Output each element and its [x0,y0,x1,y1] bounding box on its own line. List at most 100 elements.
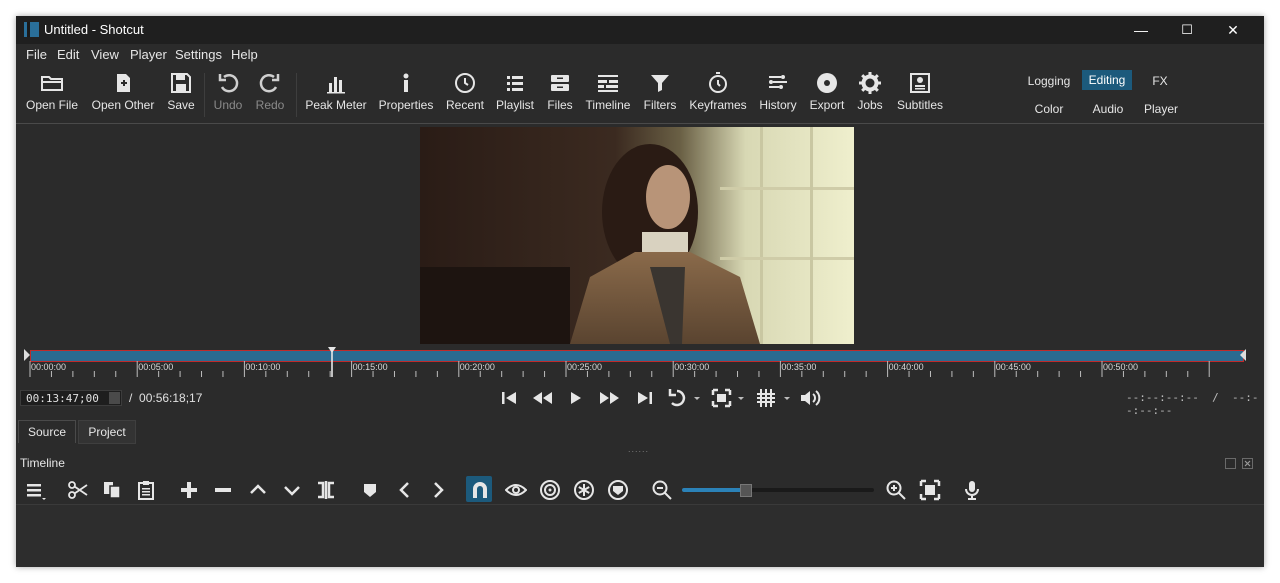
record-audio-button[interactable] [958,476,984,502]
zoom-out-button[interactable] [648,476,674,502]
timeline-label: Timeline [585,98,631,112]
files-label: Files [547,98,573,112]
marker-button[interactable] [356,476,382,502]
next-marker-button[interactable] [424,476,450,502]
export-button[interactable]: Export [808,70,846,112]
peak-meter-button[interactable]: Peak Meter [304,70,368,112]
player-scrubber[interactable]: 00:00:00 00:05:00 00:10:00 00:15:00 00:20:00… [24,347,1246,379]
timeline-menu-button[interactable] [22,476,48,502]
subtitles-button[interactable]: Subtitles [894,70,946,112]
video-preview[interactable] [420,127,854,344]
minimize-button[interactable]: — [1118,16,1164,44]
lift-button[interactable] [244,476,270,502]
clock-icon [455,73,475,93]
ruler-ticks [29,361,1210,377]
remove-button[interactable] [209,476,235,502]
ripple-markers-toggle[interactable] [604,476,630,502]
append-button[interactable] [175,476,201,502]
timeline-button[interactable]: Timeline [584,70,632,112]
ripple-all-tracks-toggle[interactable] [570,476,596,502]
play-icon[interactable] [566,386,586,410]
timeline-icon [598,75,618,92]
grid-icon[interactable] [754,386,792,410]
undo-button[interactable]: Undo [210,70,246,112]
layout-fx-button[interactable]: FX [1144,71,1176,91]
paste-button[interactable] [132,476,158,502]
filters-button[interactable]: Filters [640,70,680,112]
splitter-handle[interactable]: ...... [628,444,649,454]
tab-source[interactable]: Source [18,420,76,443]
playlist-button[interactable]: Playlist [494,70,536,112]
close-panel-icon[interactable] [1242,458,1253,469]
timecode-input[interactable]: 00:13:47;00 [20,390,122,406]
loop-icon[interactable] [668,386,702,410]
menu-player[interactable]: Player [130,47,167,62]
playlist-label: Playlist [495,98,534,112]
ruler-tick-label: 00:20:00 [459,362,495,372]
subtitles-label: Subtitles [896,98,944,112]
tab-project[interactable]: Project [78,420,136,444]
copy-button[interactable] [98,476,124,502]
playhead-icon[interactable] [328,347,336,377]
layout-color-button[interactable]: Color [1028,99,1070,119]
layout-editing-button[interactable]: Editing [1082,70,1132,90]
save-label: Save [167,98,195,112]
menu-file[interactable]: File [26,47,47,62]
microphone-icon [965,481,979,500]
jobs-button[interactable]: Jobs [854,70,886,112]
undo-label: Undo [213,98,243,112]
files-button[interactable]: Files [544,70,576,112]
magnet-icon [473,482,487,498]
undo-icon [218,74,239,93]
overwrite-button[interactable] [278,476,304,502]
zoom-in-button[interactable] [882,476,908,502]
rewind-icon[interactable] [530,386,554,410]
skip-to-end-icon[interactable] [634,386,656,410]
menu-view[interactable]: View [91,47,119,62]
ripple-toggle[interactable] [536,476,562,502]
timecode-separator: / [129,391,133,405]
redo-button[interactable]: Redo [252,70,288,112]
zoom-fit-timeline-button[interactable] [916,476,942,502]
in-out-display: --:--:--:-- / --:--:--:-- [1126,391,1264,417]
timecode-spinner[interactable] [109,392,120,404]
previous-marker-button[interactable] [391,476,417,502]
menu-edit[interactable]: Edit [57,47,79,62]
title-bar: Untitled - Shotcut — ☐ ✕ [16,16,1264,44]
menu-help[interactable]: Help [231,47,258,62]
minus-icon [215,488,231,492]
zoom-fit-icon[interactable] [710,386,746,410]
open-file-label: Open File [25,98,79,112]
layout-player-button[interactable]: Player [1138,99,1184,119]
float-panel-icon[interactable] [1225,458,1236,469]
menu-settings[interactable]: Settings [175,47,222,62]
skip-to-start-icon[interactable] [498,386,520,410]
open-other-button[interactable]: Open Other [88,70,158,112]
open-file-button[interactable]: Open File [24,70,80,112]
copy-icon [104,482,121,499]
timeline-tracks-area[interactable] [16,505,1264,567]
layout-logging-button[interactable]: Logging [1022,71,1076,91]
recent-button[interactable]: Recent [444,70,486,112]
fast-forward-icon[interactable] [598,386,622,410]
snap-toggle[interactable] [466,476,492,502]
split-button[interactable] [312,476,338,502]
zoom-slider-handle[interactable] [740,484,753,497]
layout-audio-button[interactable]: Audio [1086,99,1130,119]
maximize-button[interactable]: ☐ [1164,16,1210,44]
zoom-slider[interactable] [682,484,874,497]
clipboard-icon [138,481,154,500]
save-button[interactable]: Save [164,70,198,112]
ruler-tick-label: 00:05:00 [138,362,174,372]
recent-label: Recent [445,98,485,112]
in-point-value: --:--:--:-- [1126,391,1199,404]
history-button[interactable]: History [754,70,802,112]
close-button[interactable]: ✕ [1210,16,1256,44]
zoom-out-icon [652,480,672,500]
properties-button[interactable]: Properties [378,70,434,112]
volume-icon[interactable] [798,386,824,410]
keyframes-button[interactable]: Keyframes [688,70,748,112]
folder-icon [41,76,63,91]
cut-button[interactable] [64,476,90,502]
scrub-toggle[interactable] [502,476,528,502]
